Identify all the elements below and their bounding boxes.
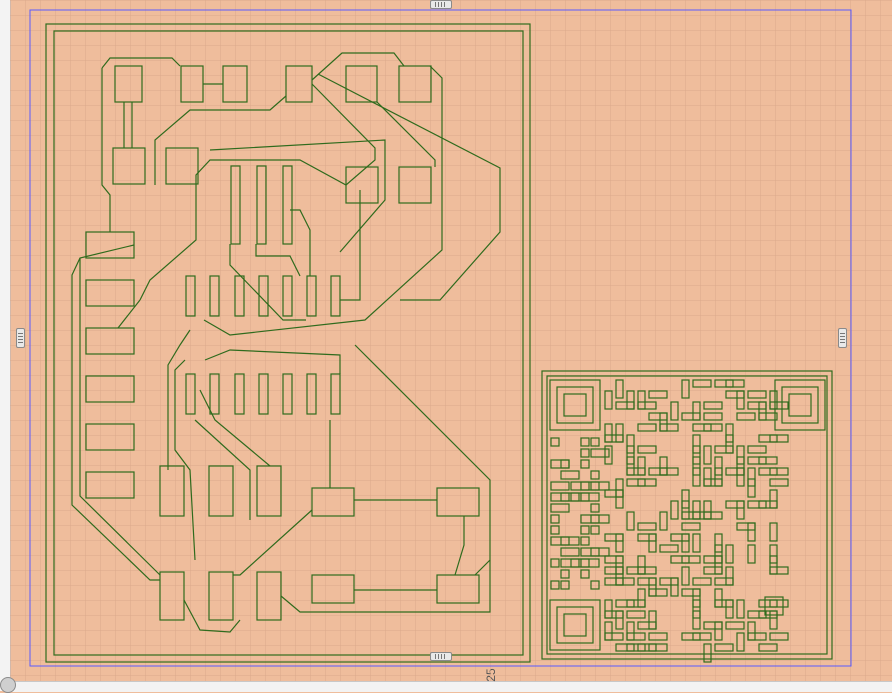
pcb-canvas[interactable] (0, 0, 892, 691)
left-grip-icon[interactable] (16, 328, 25, 348)
bottom-grip-icon[interactable] (430, 652, 452, 661)
top-grip-icon[interactable] (430, 0, 452, 9)
right-grip-icon[interactable] (838, 328, 847, 348)
